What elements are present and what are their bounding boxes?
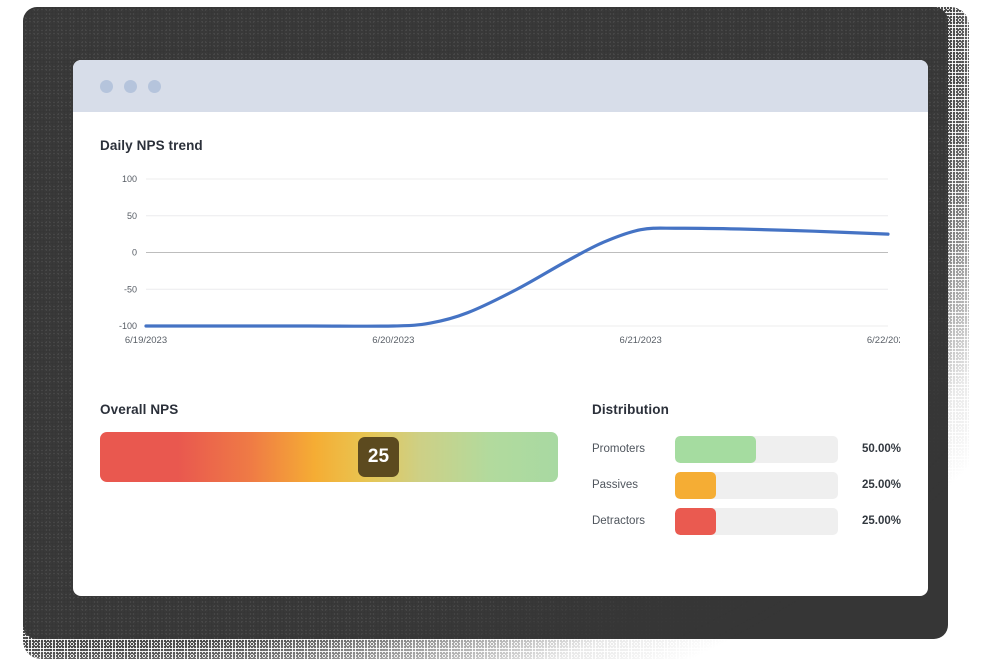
daily-nps-trend-title: Daily NPS trend [100,138,203,153]
chart-x-axis-labels: 6/19/2023 6/20/2023 6/21/2023 6/22/2023 [125,335,900,346]
distribution-row-label: Passives [591,479,639,491]
distribution-rows: Promoters 50.00% Passives 25.00% Detractors 2… [592,431,901,539]
window-dot-minimize-icon[interactable] [124,79,137,93]
screenshot-root: Daily NPS trend 100 50 0 -50 -100 6/19/2023 6… [0,0,1000,662]
y-axis-tick-label: -50 [124,284,137,294]
distribution-title: Distribution [591,402,669,417]
x-axis-tick-label: 6/20/2023 [372,335,414,346]
distribution-bar-track [674,507,838,535]
overall-nps-value-marker: 25 [358,437,399,477]
chart-y-axis-labels: 100 50 0 -50 -100 [119,174,137,331]
y-axis-tick-label: -100 [119,321,137,331]
distribution-row-label: Promoters [591,443,646,455]
overall-nps-title: Overall NPS [100,402,179,417]
y-axis-tick-label: 50 [127,211,137,221]
nps-trend-line [144,226,890,328]
distribution-row: Passives 25.00% [592,467,901,503]
x-axis-tick-label: 6/19/2023 [125,335,167,346]
window-dot-maximize-icon[interactable] [148,79,161,93]
line-chart-svg: 100 50 0 -50 -100 6/19/2023 6/20/2023 6/21/202… [119,174,900,346]
distribution-bar-fill [674,471,716,499]
distribution-bar-fill [674,507,716,535]
distribution-panel: Distribution Promoters 50.00% Passives 25.0… [568,402,901,539]
y-axis-tick-label: 100 [122,174,137,184]
browser-window: Daily NPS trend 100 50 0 -50 -100 6/19/2023 6… [73,60,928,596]
overall-nps-panel: Overall NPS 25 [100,402,568,539]
distribution-row-percent: 25.00% [861,479,901,491]
y-axis-tick-label: 0 [132,248,137,258]
window-dot-close-icon[interactable] [100,79,113,93]
distribution-row: Promoters 50.00% [592,431,901,467]
lower-panels: Overall NPS 25 Distribution Promoters 50.… [100,402,901,539]
chart-gridlines [146,178,888,327]
distribution-row-percent: 50.00% [861,443,901,455]
overall-nps-gauge: 25 [100,432,558,482]
distribution-bar-track [674,471,838,499]
dashboard-body: Daily NPS trend 100 50 0 -50 -100 6/19/2023 6… [73,112,928,539]
distribution-bar-track [674,435,838,463]
daily-nps-trend-chart: 100 50 0 -50 -100 6/19/2023 6/20/2023 6/21/202… [100,171,901,356]
x-axis-tick-label: 6/22/2023 [867,335,900,346]
distribution-row-percent: 25.00% [861,515,901,527]
browser-titlebar [73,60,928,112]
distribution-row-label: Detractors [591,515,646,527]
x-axis-tick-label: 6/21/2023 [620,335,662,346]
distribution-row: Detractors 25.00% [592,503,901,539]
distribution-bar-fill [674,435,757,463]
